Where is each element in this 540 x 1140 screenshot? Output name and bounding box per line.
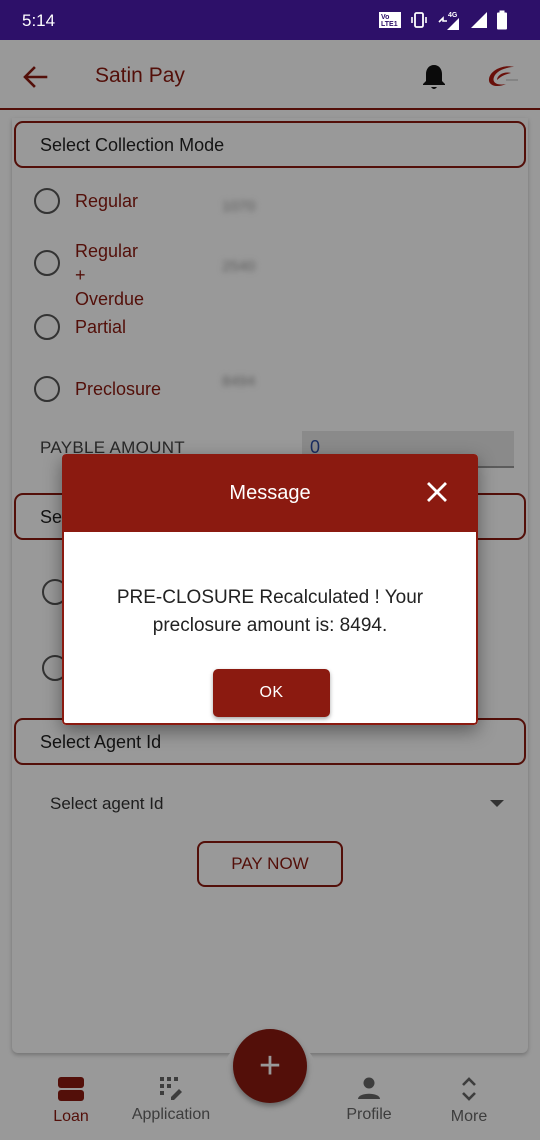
dialog-title: Message: [229, 482, 311, 504]
status-icons: Vo LTE1 4G: [378, 9, 508, 31]
dialog-body: PRE-CLOSURE Recalculated ! Your preclosu…: [62, 532, 478, 725]
dialog-header: Message: [62, 454, 478, 532]
message-dialog: Message PRE-CLOSURE Recalculated ! Your …: [62, 454, 478, 725]
battery-icon: [497, 10, 507, 30]
dialog-message: PRE-CLOSURE Recalculated ! Your preclosu…: [116, 587, 424, 636]
network-4g-icon: 4G: [438, 12, 459, 30]
status-bar: 5:14 Vo LTE1 4G: [0, 0, 540, 40]
svg-text:4G: 4G: [448, 12, 458, 19]
status-time: 5:14: [22, 11, 56, 30]
vibrate-icon: [411, 12, 427, 28]
signal-icon: [471, 12, 487, 28]
ok-button[interactable]: OK: [213, 669, 330, 717]
svg-text:Vo: Vo: [381, 14, 389, 21]
close-icon[interactable]: [426, 481, 448, 503]
svg-text:LTE1: LTE1: [381, 21, 398, 28]
volte-icon: Vo LTE1: [379, 12, 401, 28]
